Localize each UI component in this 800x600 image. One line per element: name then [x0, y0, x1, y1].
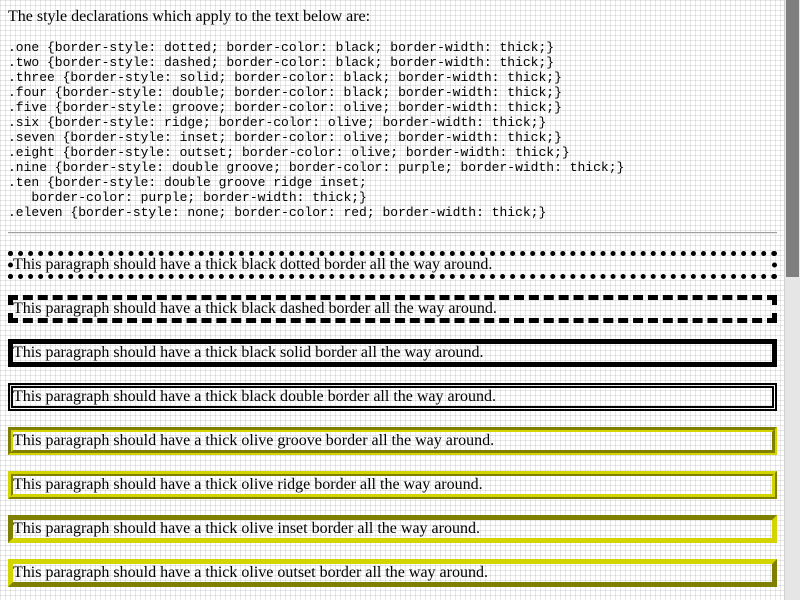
- solid-border-paragraph: This paragraph should have a thick black…: [8, 339, 777, 367]
- divider: [8, 232, 777, 234]
- scrollbar-thumb[interactable]: [786, 0, 799, 277]
- page-content: The style declarations which apply to th…: [8, 0, 777, 587]
- double-border-paragraph: This paragraph should have a thick black…: [8, 383, 777, 411]
- inset-border-paragraph: This paragraph should have a thick olive…: [8, 515, 777, 543]
- vertical-scrollbar[interactable]: [784, 0, 800, 600]
- dashed-border-paragraph: This paragraph should have a thick black…: [8, 295, 777, 323]
- ridge-border-paragraph: This paragraph should have a thick olive…: [8, 471, 777, 499]
- dotted-border-paragraph: This paragraph should have a thick black…: [8, 251, 777, 279]
- intro-text: The style declarations which apply to th…: [8, 8, 371, 25]
- outset-border-paragraph: This paragraph should have a thick olive…: [8, 559, 777, 587]
- css-rules-code: .one {border-style: dotted; border-color…: [8, 40, 625, 220]
- groove-border-paragraph: This paragraph should have a thick olive…: [8, 427, 777, 455]
